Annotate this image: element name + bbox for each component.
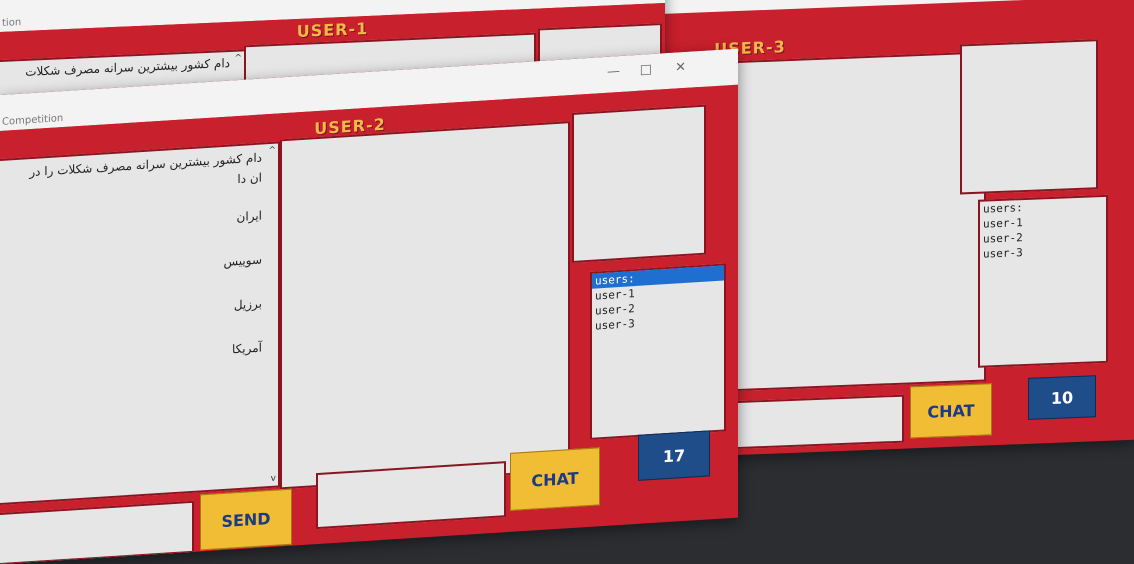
user2-send-button[interactable]: SEND <box>200 488 292 551</box>
user2-question-box: دام کشور بیشترین سرانه مصرف شکلات را در … <box>0 141 280 506</box>
user3-titlebar: — ✕ <box>660 0 1134 14</box>
user3-users-list[interactable]: users: user-1 user-2 user-3 <box>978 194 1108 368</box>
user2-close-button[interactable]: ✕ <box>675 60 686 76</box>
user3-message-input[interactable] <box>730 394 904 450</box>
user2-minimize-button[interactable]: — <box>607 64 620 80</box>
user3-chat-button[interactable]: CHAT <box>910 383 992 439</box>
user1-question-text: دام کشور بیشترین سرانه مصرف شکلات <box>25 55 230 79</box>
scroll-up-icon[interactable]: ^ <box>234 53 242 63</box>
scroll-up-icon[interactable]: ^ <box>268 146 276 156</box>
user2-chat-button[interactable]: CHAT <box>510 447 600 511</box>
user2-counter-badge: 17 <box>638 430 710 481</box>
user2-maximize-button[interactable]: □ <box>640 62 652 78</box>
user2-video-panel <box>572 104 706 264</box>
user2-window-title: Competition <box>2 113 64 128</box>
answer-option[interactable]: آمریکا <box>0 341 262 372</box>
answer-option[interactable]: سوییس <box>0 253 262 284</box>
user3-chat-area <box>704 51 986 393</box>
user2-users-list[interactable]: users: user-1 user-2 user-3 <box>590 263 726 440</box>
scroll-down-icon[interactable]: v <box>271 474 276 484</box>
user2-chat-input[interactable] <box>316 461 506 530</box>
user3-counter-badge: 10 <box>1028 375 1096 420</box>
user3-video-panel <box>960 39 1098 195</box>
user2-answer-input[interactable] <box>0 500 194 564</box>
user2-window: Competition — □ ✕ USER-2 دام کشور بیشتری… <box>0 48 738 564</box>
answer-option[interactable]: ایران <box>0 209 262 240</box>
user2-chat-area <box>280 121 570 490</box>
answer-option[interactable]: برزیل <box>0 297 262 328</box>
user1-window-title: tion <box>2 17 22 29</box>
